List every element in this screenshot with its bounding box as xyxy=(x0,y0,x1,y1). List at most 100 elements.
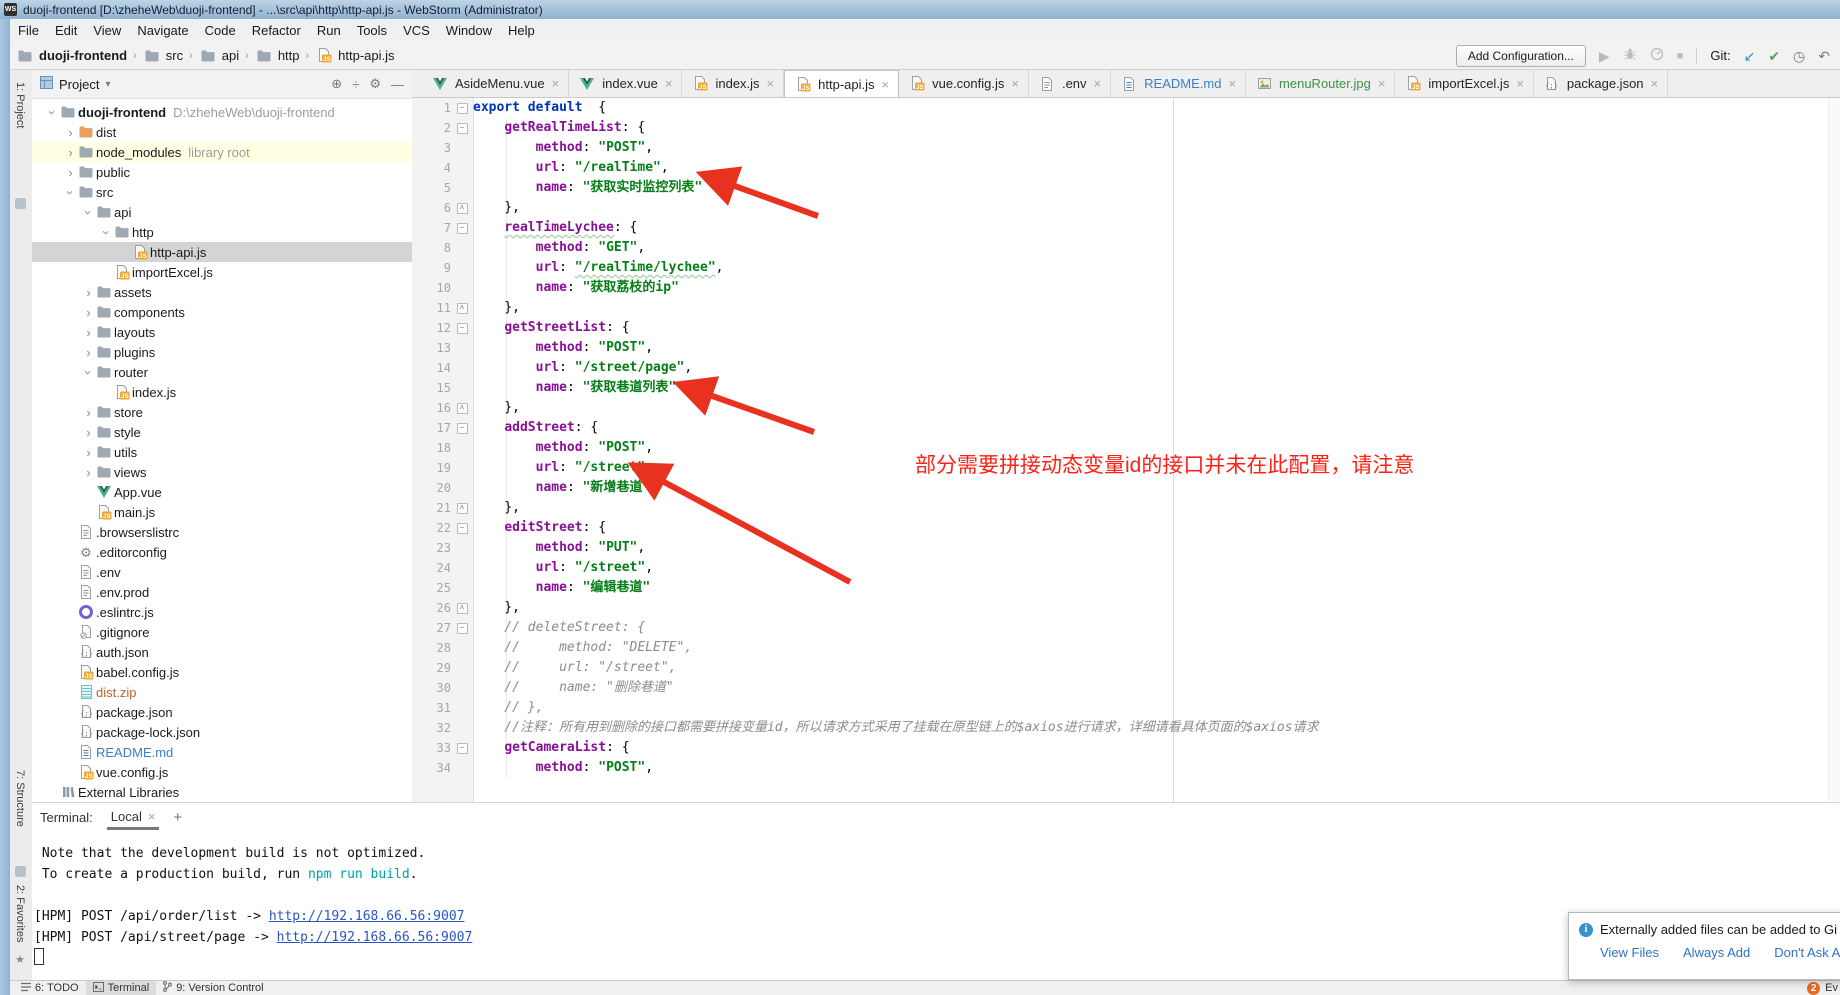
code-line-33[interactable]: 33− getCameraList: { xyxy=(412,738,1840,758)
tree-item-.eslintrc.js[interactable]: .eslintrc.js xyxy=(32,602,412,622)
tree-item-public[interactable]: ›public xyxy=(32,162,412,182)
line-number[interactable]: 9 xyxy=(412,261,451,275)
tree-item-package-lock.json[interactable]: {;}package-lock.json xyxy=(32,722,412,742)
line-number[interactable]: 24 xyxy=(412,561,451,575)
tree-item-App.vue[interactable]: App.vue xyxy=(32,482,412,502)
menu-view[interactable]: View xyxy=(85,21,129,40)
close-icon[interactable]: × xyxy=(1651,76,1659,91)
fold-end-icon[interactable]: ˄ xyxy=(451,403,473,414)
notification-action-don-t-ask-agai[interactable]: Don't Ask Agai xyxy=(1774,945,1840,960)
line-number[interactable]: 10 xyxy=(412,281,451,295)
menu-refactor[interactable]: Refactor xyxy=(244,21,309,40)
close-icon[interactable]: × xyxy=(882,77,890,92)
breadcrumb-item-duoji-frontend[interactable]: duoji-frontend xyxy=(16,48,127,63)
code-line-22[interactable]: 22− editStreet: { xyxy=(412,518,1840,538)
terminal-cursor[interactable] xyxy=(34,948,44,965)
tree-item-dist[interactable]: ›dist xyxy=(32,122,412,142)
tab-index.vue[interactable]: index.vue× xyxy=(569,70,682,97)
chevron-right-icon[interactable]: › xyxy=(82,346,95,359)
play-icon[interactable]: ▶ xyxy=(1599,49,1610,63)
statusbar-9-version-control[interactable]: 9: Version Control xyxy=(156,981,270,995)
tree-item-dist.zip[interactable]: dist.zip xyxy=(32,682,412,702)
code-line-4[interactable]: 4 url: "/realTime", xyxy=(412,158,1840,178)
code-line-7[interactable]: 7− realTimeLychee: { xyxy=(412,218,1840,238)
notification-action-view-files[interactable]: View Files xyxy=(1600,945,1659,960)
line-number[interactable]: 14 xyxy=(412,361,451,375)
close-icon[interactable]: × xyxy=(1516,76,1524,91)
chevron-right-icon[interactable]: › xyxy=(82,446,95,459)
menu-tools[interactable]: Tools xyxy=(349,21,395,40)
chevron-down-icon[interactable]: › xyxy=(82,206,95,219)
fold-end-icon[interactable]: ˄ xyxy=(451,303,473,314)
tree-item-.env[interactable]: .env xyxy=(32,562,412,582)
close-icon[interactable]: × xyxy=(552,76,560,91)
tree-item-store[interactable]: ›store xyxy=(32,402,412,422)
chevron-right-icon[interactable]: › xyxy=(82,426,95,439)
menu-navigate[interactable]: Navigate xyxy=(129,21,196,40)
tree-item-babel.config.js[interactable]: JSbabel.config.js xyxy=(32,662,412,682)
breadcrumb-item-api[interactable]: api xyxy=(199,48,239,63)
code-line-3[interactable]: 3 method: "POST", xyxy=(412,138,1840,158)
line-number[interactable]: 13 xyxy=(412,341,451,355)
code-line-13[interactable]: 13 method: "POST", xyxy=(412,338,1840,358)
tree-item-.editorconfig[interactable]: ⚙.editorconfig xyxy=(32,542,412,562)
line-number[interactable]: 4 xyxy=(412,161,451,175)
line-number[interactable]: 27 xyxy=(412,621,451,635)
tree-item-api[interactable]: ›api xyxy=(32,202,412,222)
project-panel-title[interactable]: Project xyxy=(59,77,99,92)
line-number[interactable]: 33 xyxy=(412,741,451,755)
tree-item-node_modules[interactable]: ›node_moduleslibrary root xyxy=(32,142,412,162)
tree-item-router[interactable]: ›router xyxy=(32,362,412,382)
code-line-27[interactable]: 27− // deleteStreet: { xyxy=(412,618,1840,638)
menu-file[interactable]: File xyxy=(10,21,47,40)
code-line-8[interactable]: 8 method: "GET", xyxy=(412,238,1840,258)
code-line-30[interactable]: 30 // name: "删除巷道" xyxy=(412,678,1840,698)
line-number[interactable]: 31 xyxy=(412,701,451,715)
stop-icon[interactable]: ■ xyxy=(1677,49,1684,63)
line-number[interactable]: 17 xyxy=(412,421,451,435)
event-log-widget[interactable]: 2 Ev xyxy=(1807,982,1838,995)
breadcrumb-item-http[interactable]: http xyxy=(255,48,300,63)
tree-item-views[interactable]: ›views xyxy=(32,462,412,482)
fold-open-icon[interactable]: − xyxy=(451,103,473,114)
code-line-32[interactable]: 32 //注释：所有用到删除的接口都需要拼接变量id，所以请求方式采用了挂载在原… xyxy=(412,718,1840,738)
tree-item-README.md[interactable]: README.md xyxy=(32,742,412,762)
line-number[interactable]: 32 xyxy=(412,721,451,735)
code-line-16[interactable]: 16˄ }, xyxy=(412,398,1840,418)
code-line-1[interactable]: 1−export default { xyxy=(412,98,1840,118)
tab-index.js[interactable]: JSindex.js× xyxy=(682,70,784,97)
tab-README.md[interactable]: README.md× xyxy=(1111,70,1246,97)
line-number[interactable]: 25 xyxy=(412,581,451,595)
tree-item-assets[interactable]: ›assets xyxy=(32,282,412,302)
chevron-right-icon[interactable]: › xyxy=(82,466,95,479)
tree-item-http-api.js[interactable]: JShttp-api.js xyxy=(32,242,412,262)
code-line-28[interactable]: 28 // method: "DELETE", xyxy=(412,638,1840,658)
tab-package.json[interactable]: {;}package.json× xyxy=(1534,70,1668,97)
code-line-21[interactable]: 21˄ }, xyxy=(412,498,1840,518)
tab-importExcel.js[interactable]: JSimportExcel.js× xyxy=(1395,70,1534,97)
close-icon[interactable]: × xyxy=(665,76,673,91)
line-number[interactable]: 29 xyxy=(412,661,451,675)
chevron-down-icon[interactable]: › xyxy=(64,186,77,199)
code-line-2[interactable]: 2− getRealTimeList: { xyxy=(412,118,1840,138)
line-number[interactable]: 23 xyxy=(412,541,451,555)
line-number[interactable]: 8 xyxy=(412,241,451,255)
chevron-right-icon[interactable]: › xyxy=(82,326,95,339)
tree-item-.gitignore[interactable]: .gitignore xyxy=(32,622,412,642)
tree-item-utils[interactable]: ›utils xyxy=(32,442,412,462)
tree-item-duoji-frontend[interactable]: ›duoji-frontendD:\zheheWeb\duoji-fronten… xyxy=(32,102,412,122)
close-icon[interactable]: × xyxy=(1011,76,1019,91)
close-icon[interactable]: × xyxy=(767,76,775,91)
chevron-down-icon[interactable]: › xyxy=(100,226,113,239)
line-number[interactable]: 20 xyxy=(412,481,451,495)
statusbar-6-todo[interactable]: 6: TODO xyxy=(14,981,86,995)
tree-item-auth.json[interactable]: {;}auth.json xyxy=(32,642,412,662)
structure-tool-icon[interactable] xyxy=(15,866,26,877)
profiler-icon[interactable] xyxy=(1650,47,1664,64)
hide-panel-icon[interactable]: — xyxy=(391,77,404,92)
line-number[interactable]: 11 xyxy=(412,301,451,315)
new-terminal-icon[interactable]: + xyxy=(173,809,182,830)
fold-end-icon[interactable]: ˄ xyxy=(451,503,473,514)
tab-http-api.js[interactable]: JShttp-api.js× xyxy=(784,70,899,98)
chevron-right-icon[interactable]: › xyxy=(82,306,95,319)
